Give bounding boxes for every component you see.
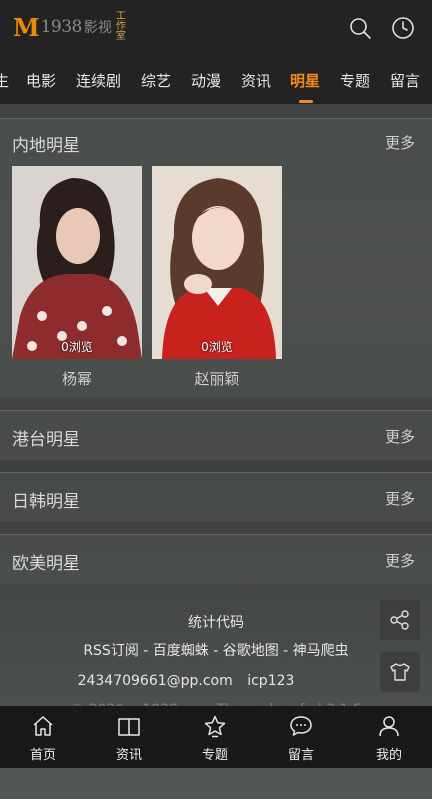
more-link[interactable]: 更多	[385, 132, 415, 153]
tab-profile[interactable]: 我的	[346, 706, 432, 768]
theme-button[interactable]	[380, 652, 420, 692]
star-photo[interactable]: 0浏览	[12, 166, 142, 359]
tab-label: 留言	[287, 748, 314, 763]
footer-contact-row: 2434709661@pp.com icp123	[0, 673, 402, 689]
share-button[interactable]	[380, 600, 420, 640]
category-nav: 生 电影 连续剧 综艺 动漫 资讯 明星 专题 留言	[0, 56, 432, 104]
bottom-strip	[0, 768, 432, 799]
section-title: 内地明星	[12, 136, 80, 156]
tab-label: 资讯	[115, 748, 142, 763]
user-icon	[379, 716, 399, 737]
share-icon	[390, 610, 409, 630]
nav-item-prev[interactable]: 生	[0, 70, 9, 91]
logo-studio: 工作室	[115, 11, 126, 42]
star-photo-image	[12, 166, 142, 359]
icp-number: icp123	[247, 673, 295, 689]
section-title: 港台明星	[12, 430, 80, 450]
nav-item-stars[interactable]: 明星	[290, 70, 320, 91]
stats-code: 统计代码	[188, 615, 244, 631]
bottom-tab-bar: 首页 资讯 专题 留言 我的	[0, 706, 432, 768]
star-photo[interactable]: 0浏览	[152, 166, 282, 359]
nav-item-series[interactable]: 连续剧	[76, 70, 121, 91]
logo-letter: M	[13, 12, 40, 42]
star-card[interactable]: 0浏览 赵丽颖	[152, 166, 282, 389]
star-icon	[204, 715, 226, 738]
search-icon[interactable]	[348, 16, 372, 40]
tab-label: 首页	[29, 748, 56, 763]
tab-label: 我的	[375, 748, 402, 763]
section-title: 欧美明星	[12, 554, 80, 574]
star-name[interactable]: 赵丽颖	[152, 368, 282, 389]
app-header: M 1938 影视 工作室	[0, 0, 432, 56]
nav-item-anime[interactable]: 动漫	[191, 70, 221, 91]
more-link[interactable]: 更多	[385, 550, 415, 571]
tab-messages[interactable]: 留言	[258, 706, 344, 768]
section-mainland-stars: 内地明星 更多 0浏览 杨幂 0浏览 赵丽颖	[0, 118, 432, 398]
view-count: 0浏览	[61, 340, 93, 354]
logo-number: 1938	[40, 17, 83, 37]
star-name[interactable]: 杨幂	[12, 368, 142, 389]
nav-item-news[interactable]: 资讯	[241, 70, 271, 91]
site-logo[interactable]: M 1938 影视 工作室	[13, 10, 128, 44]
nav-item-movie[interactable]: 电影	[26, 70, 56, 91]
book-icon	[118, 718, 140, 736]
history-icon[interactable]	[391, 16, 415, 40]
chat-icon	[290, 716, 312, 736]
section-title: 日韩明星	[12, 492, 80, 512]
star-card[interactable]: 0浏览 杨幂	[12, 166, 142, 389]
view-count: 0浏览	[201, 340, 233, 354]
logo-tag: 影视	[83, 20, 112, 36]
tab-topics[interactable]: 专题	[172, 706, 258, 768]
more-link[interactable]: 更多	[385, 488, 415, 509]
nav-item-messages[interactable]: 留言	[390, 70, 420, 91]
section-hktw-stars: 港台明星 更多	[0, 410, 432, 460]
more-link[interactable]: 更多	[385, 426, 415, 447]
nav-item-topics[interactable]: 专题	[340, 70, 370, 91]
tab-label: 专题	[201, 748, 228, 763]
home-icon	[33, 716, 53, 736]
contact-email: 2434709661@pp.com	[77, 673, 233, 689]
tshirt-icon	[390, 663, 410, 681]
section-western-stars: 欧美明星 更多	[0, 534, 432, 584]
section-jpkr-stars: 日韩明星 更多	[0, 472, 432, 522]
tab-home[interactable]: 首页	[0, 706, 86, 768]
nav-active-indicator	[299, 100, 313, 103]
footer-links[interactable]: RSS订阅 - 百度蜘蛛 - 谷歌地图 - 神马爬虫	[0, 640, 432, 660]
tab-news[interactable]: 资讯	[86, 706, 172, 768]
star-photo-image	[152, 166, 282, 359]
nav-item-variety[interactable]: 综艺	[141, 70, 171, 91]
